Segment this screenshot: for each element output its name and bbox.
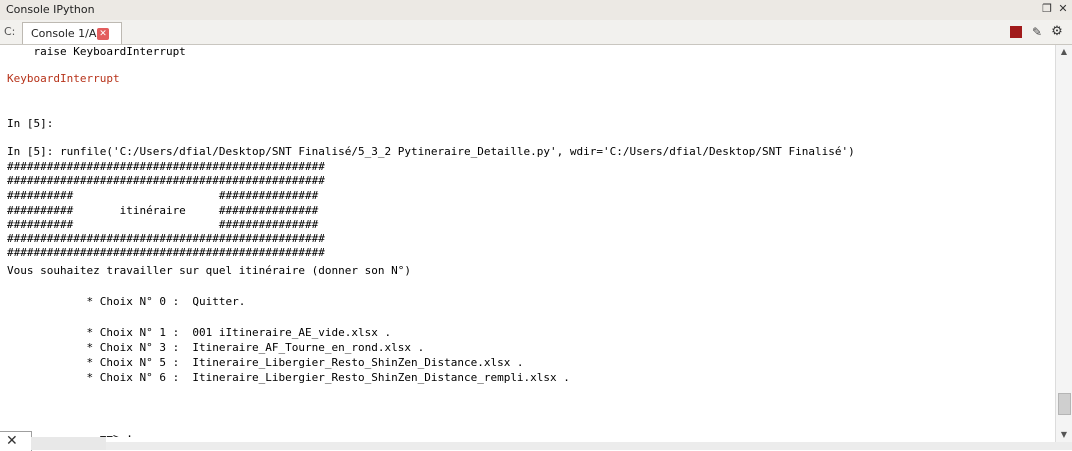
console-line: KeyboardInterrupt <box>7 72 120 85</box>
console-line: ########################################… <box>7 174 325 187</box>
console-line: ########## ############### <box>7 189 319 202</box>
console-line: * Choix N° 5 : Itineraire_Libergier_Rest… <box>7 356 524 369</box>
restore-icon[interactable]: ❐ <box>1040 2 1054 16</box>
tab-close-icon[interactable]: ✕ <box>97 28 109 40</box>
window-title: Console IPython <box>6 3 95 16</box>
console-menu-icon[interactable]: C: <box>4 25 15 38</box>
console-tabbar: C: Console 1/A ✕ ✎ ⚙ <box>0 20 1072 45</box>
close-icon[interactable]: ✕ <box>6 433 18 449</box>
console-line: raise KeyboardInterrupt <box>7 45 186 58</box>
console-line: In [5]: runfile('C:/Users/dfial/Desktop/… <box>7 145 855 158</box>
vertical-scrollbar[interactable]: ▲ ▼ <box>1055 45 1072 442</box>
console-line: ########################################… <box>7 232 325 245</box>
gear-icon[interactable]: ⚙ <box>1050 25 1064 39</box>
close-icon[interactable]: ✕ <box>1056 2 1070 16</box>
scroll-thumb[interactable] <box>1058 393 1071 415</box>
bottom-strip <box>31 437 106 450</box>
console-output[interactable]: raise KeyboardInterrupt KeyboardInterrup… <box>0 45 1055 437</box>
tab-console-1a[interactable]: Console 1/A ✕ <box>22 22 122 44</box>
console-line: ########################################… <box>7 160 325 173</box>
console-line: ########################################… <box>7 246 325 259</box>
console-line: * Choix N° 6 : Itineraire_Libergier_Rest… <box>7 371 570 384</box>
eraser-icon[interactable]: ✎ <box>1030 25 1044 39</box>
console-line: In [5]: <box>7 117 54 130</box>
scroll-up-icon[interactable]: ▲ <box>1056 45 1072 59</box>
tab-label: Console 1/A <box>31 27 97 40</box>
scroll-down-icon[interactable]: ▼ <box>1056 428 1072 442</box>
console-line: ########## ############### <box>7 218 319 231</box>
window-titlebar: Console IPython ❐ ✕ <box>0 0 1072 21</box>
console-line: * Choix N° 3 : Itineraire_AF_Tourne_en_r… <box>7 341 425 354</box>
console-line: * Choix N° 0 : Quitter. <box>7 295 246 308</box>
horizontal-scrollbar[interactable] <box>106 442 1072 450</box>
console-line: ########## itinéraire ############### <box>7 204 319 217</box>
console-line: * Choix N° 1 : 001 iItineraire_AE_vide.x… <box>7 326 392 339</box>
bottom-close-panel[interactable]: ✕ <box>0 431 32 451</box>
console-line: Vous souhaitez travailler sur quel itiné… <box>7 264 411 277</box>
stop-icon[interactable] <box>1010 26 1022 38</box>
